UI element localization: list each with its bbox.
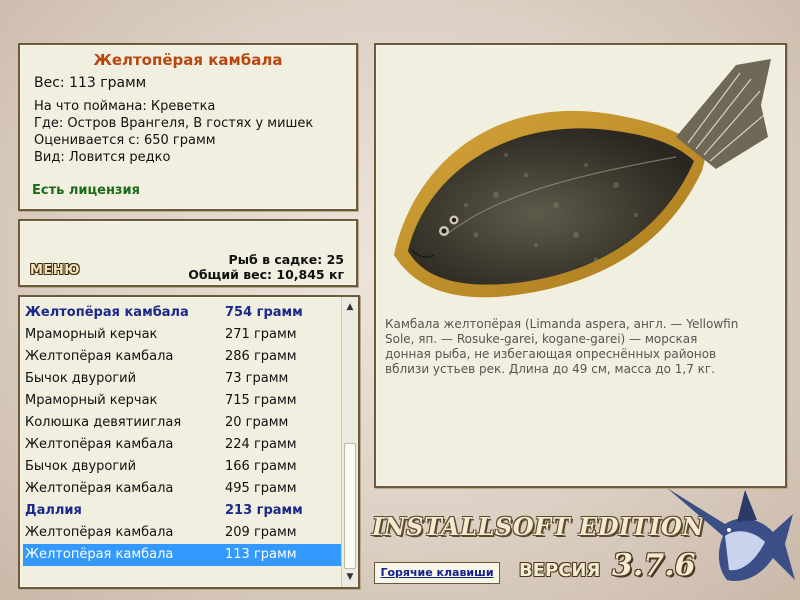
catch-fish-weight: 224 грамм <box>225 437 297 452</box>
catch-list-row[interactable]: Бычок двурогий 73 грамм <box>23 368 341 390</box>
location-text: Где: Остров Врангеля, В гостях у мишек <box>34 116 314 131</box>
catch-fish-weight: 754 грамм <box>225 305 303 320</box>
catch-list-row[interactable]: Даллия 213 грамм <box>23 500 341 522</box>
catch-list[interactable]: Желтопёрая камбала 754 грамм Мраморный кер… <box>18 295 360 589</box>
fish-title: Желтопёрая камбала <box>93 51 283 69</box>
license-status: Есть лицензия <box>32 183 140 198</box>
catch-list-row[interactable]: Желтопёрая камбала 286 грамм <box>23 346 341 368</box>
catch-fish-weight: 715 грамм <box>225 393 297 408</box>
catch-fish-weight: 20 грамм <box>225 415 289 430</box>
catch-list-row[interactable]: Желтопёрая камбала 754 грамм <box>23 302 341 324</box>
total-weight: Общий вес: 10,845 кг <box>188 267 344 282</box>
catch-fish-name: Желтопёрая камбала <box>25 305 189 320</box>
catch-list-rows: Желтопёрая камбала 754 грамм Мраморный кер… <box>23 302 341 566</box>
fish-details: На что поймана: Креветка Где: Остров Вра… <box>34 98 313 166</box>
catch-fish-name: Желтопёрая камбала <box>25 547 174 562</box>
catch-list-row[interactable]: Бычок двурогий 166 грамм <box>23 456 341 478</box>
catch-list-row[interactable]: Желтопёрая камбала 209 грамм <box>23 522 341 544</box>
rarity-text: Вид: Ловится редко <box>34 150 171 165</box>
catch-fish-name: Желтопёрая камбала <box>25 481 174 496</box>
fish-description: Камбала желтопёрая (Limanda aspera, англ… <box>385 317 739 376</box>
keepnet-stats: Рыб в садке: 25 Общий вес: 10,845 кг <box>188 252 344 282</box>
scroll-up-arrow-icon[interactable]: ▲ <box>342 299 358 315</box>
catch-fish-name: Мраморный керчак <box>25 393 158 408</box>
catch-fish-name: Желтопёрая камбала <box>25 437 174 452</box>
flounder-image <box>394 59 771 298</box>
catch-fish-name: Бычок двурогий <box>25 459 137 474</box>
catch-fish-weight: 73 грамм <box>225 371 289 386</box>
menu-panel: МЕНЮ Рыб в садке: 25 Общий вес: 10,845 к… <box>18 219 358 287</box>
catch-fish-name: Бычок двурогий <box>25 371 137 386</box>
scrollbar[interactable]: ▲ ▼ <box>341 297 358 587</box>
valued-from-text: Оценивается с: 650 грамм <box>34 133 216 148</box>
catch-list-row[interactable]: Желтопёрая камбала 495 грамм <box>23 478 341 500</box>
catch-fish-weight: 166 грамм <box>225 459 297 474</box>
catch-list-row[interactable]: Мраморный керчак 271 грамм <box>23 324 341 346</box>
scroll-thumb[interactable] <box>344 443 356 569</box>
fish-weight: Вес: 113 грамм <box>34 75 147 91</box>
catch-list-row[interactable]: Желтопёрая камбала 113 грамм <box>23 544 341 566</box>
menu-button[interactable]: МЕНЮ <box>30 263 80 278</box>
catch-fish-weight: 209 грамм <box>225 525 297 540</box>
scroll-down-arrow-icon[interactable]: ▼ <box>342 569 358 585</box>
fish-picture-panel: Камбала желтопёрая (Limanda aspera, англ… <box>374 43 787 488</box>
hotkeys-link[interactable]: Горячие клавиши <box>374 562 500 584</box>
catch-fish-name: Даллия <box>25 503 82 518</box>
catch-fish-name: Колюшка девятииглая <box>25 415 182 430</box>
fish-info-panel: Желтопёрая камбала Вес: 113 грамм На что… <box>18 43 358 211</box>
catch-list-row[interactable]: Мраморный керчак 715 грамм <box>23 390 341 412</box>
catch-fish-weight: 495 грамм <box>225 481 297 496</box>
catch-fish-weight: 271 грамм <box>225 327 297 342</box>
version-label: ВЕРСИЯ <box>519 560 601 581</box>
catch-fish-weight: 286 грамм <box>225 349 297 364</box>
caught-on-text: На что поймана: Креветка <box>34 99 216 114</box>
catch-list-row[interactable]: Желтопёрая камбала 224 грамм <box>23 434 341 456</box>
catch-list-row[interactable]: Колюшка девятииглая 20 грамм <box>23 412 341 434</box>
catch-fish-weight: 213 грамм <box>225 503 303 518</box>
fish-count: Рыб в садке: 25 <box>228 252 344 267</box>
marlin-logo-icon <box>667 488 795 582</box>
catch-fish-name: Желтопёрая камбала <box>25 525 174 540</box>
catch-fish-name: Желтопёрая камбала <box>25 349 174 364</box>
catch-fish-weight: 113 грамм <box>225 547 297 562</box>
edition-label: INSTALLSOFT EDITION <box>372 512 705 541</box>
catch-fish-name: Мраморный керчак <box>25 327 158 342</box>
